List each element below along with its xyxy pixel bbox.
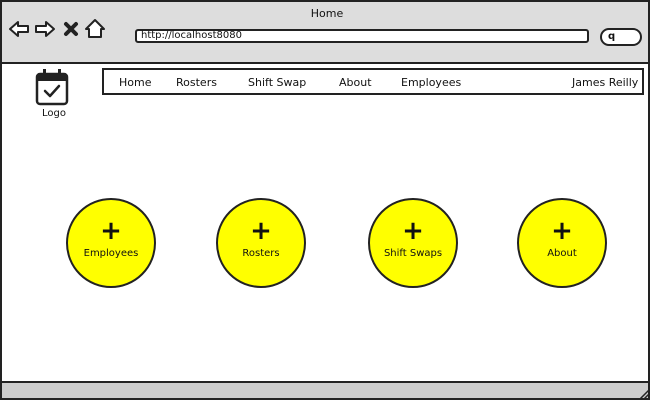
nav-item-rosters[interactable]: Rosters bbox=[176, 76, 217, 89]
rosters-label: Rosters bbox=[242, 248, 280, 259]
browser-window: Home http://localhost8080 q Logo Home Ro… bbox=[0, 0, 650, 400]
nav-item-home[interactable]: Home bbox=[119, 76, 151, 89]
browser-toolbar: Home http://localhost8080 q bbox=[2, 2, 648, 64]
arrow-left-icon[interactable] bbox=[8, 18, 30, 40]
about-label: About bbox=[547, 248, 577, 259]
plus-icon: + bbox=[100, 216, 122, 246]
resize-handle-icon[interactable] bbox=[638, 388, 650, 400]
search-button[interactable]: q bbox=[600, 28, 642, 46]
nav-item-about[interactable]: About bbox=[339, 76, 372, 89]
status-bar bbox=[2, 381, 650, 400]
employees-label: Employees bbox=[83, 248, 139, 259]
shift-swaps-label: Shift Swaps bbox=[383, 248, 443, 259]
plus-icon: + bbox=[551, 216, 573, 246]
calendar-check-icon[interactable] bbox=[35, 68, 69, 106]
main-nav: Home Rosters Shift Swap About Employees … bbox=[102, 68, 644, 95]
arrow-right-icon[interactable] bbox=[34, 18, 56, 40]
employees-button[interactable]: + Employees bbox=[66, 198, 156, 288]
user-name[interactable]: James Reilly bbox=[572, 76, 638, 89]
plus-icon: + bbox=[402, 216, 424, 246]
rosters-button[interactable]: + Rosters bbox=[216, 198, 306, 288]
home-icon[interactable] bbox=[84, 18, 106, 40]
about-button[interactable]: + About bbox=[517, 198, 607, 288]
shift-swaps-button[interactable]: + Shift Swaps bbox=[368, 198, 458, 288]
logo-label: Logo bbox=[42, 108, 66, 119]
nav-item-shift-swap[interactable]: Shift Swap bbox=[248, 76, 306, 89]
x-icon[interactable] bbox=[60, 18, 82, 40]
search-icon: q bbox=[608, 31, 616, 42]
plus-icon: + bbox=[250, 216, 272, 246]
nav-item-employees[interactable]: Employees bbox=[401, 76, 461, 89]
address-bar[interactable]: http://localhost8080 bbox=[135, 29, 589, 43]
